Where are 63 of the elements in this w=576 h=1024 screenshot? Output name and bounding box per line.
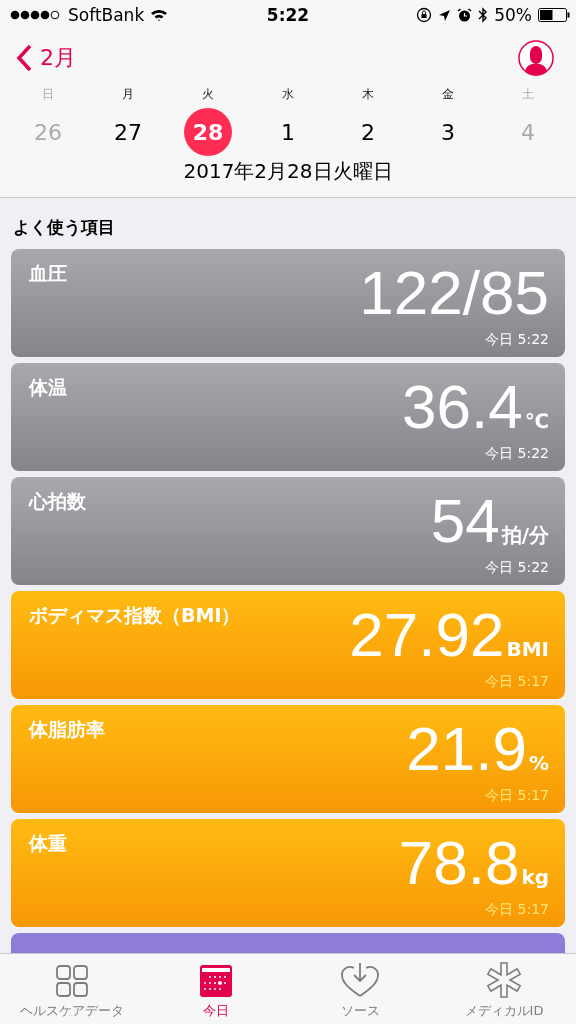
alarm-clock-icon <box>457 7 473 23</box>
metric-label: 体脂肪率 <box>29 717 105 742</box>
metric-time: 今日 5:17 <box>485 901 549 919</box>
metric-unit: ℃ <box>524 409 549 433</box>
weekday-label: 日 <box>42 86 54 103</box>
tab-item[interactable]: メディカルID <box>432 954 576 1024</box>
metric-value: 122/85 <box>359 261 549 325</box>
weekday-label: 金 <box>442 86 454 103</box>
metric-time: 今日 5:17 <box>485 787 549 805</box>
tab-item[interactable]: 今日 <box>144 954 288 1024</box>
metric-unit: % <box>528 751 549 775</box>
chevron-left-icon <box>16 44 32 72</box>
metric-unit: BMI <box>506 637 549 661</box>
health-card[interactable]: 血圧 122/85 今日 5:22 <box>11 249 565 357</box>
weekday-label: 木 <box>362 86 374 103</box>
battery-icon <box>538 8 570 22</box>
metric-label: 血圧 <box>29 261 67 286</box>
metric-label: 体重 <box>29 831 67 856</box>
clock-time: 5:22 <box>266 5 310 25</box>
metric-value: 54 <box>430 489 500 553</box>
asterisk-icon <box>486 962 522 998</box>
metric-time: 今日 5:17 <box>485 673 549 691</box>
calendar-day[interactable]: 3 <box>424 108 472 156</box>
weekday-label: 土 <box>522 86 534 103</box>
metric-value: 27.92 <box>349 603 505 667</box>
metric-time: 今日 5:22 <box>485 559 549 577</box>
metric-unit: kg <box>521 865 549 889</box>
metric-label: 心拍数 <box>29 489 86 514</box>
section-title: よく使う項目 <box>12 216 116 239</box>
tab-item[interactable]: ヘルスケアデータ <box>0 954 144 1024</box>
weekday-label: 水 <box>282 86 294 103</box>
grid-icon <box>55 964 89 998</box>
bluetooth-icon <box>478 7 489 23</box>
metric-unit: 拍/分 <box>501 522 549 549</box>
calendar-day[interactable]: 27 <box>104 108 152 156</box>
profile-avatar-icon[interactable] <box>518 40 554 76</box>
metric-value: 21.9 <box>406 717 527 781</box>
calendar-icon <box>199 964 233 998</box>
calendar-day[interactable]: 26 <box>24 108 72 156</box>
heart-download-icon <box>340 962 380 998</box>
battery-percent: 50% <box>494 5 532 25</box>
weekday-label: 火 <box>202 86 214 103</box>
wifi-icon <box>150 8 169 22</box>
calendar-day[interactable]: 1 <box>264 108 312 156</box>
selected-date: 2017年2月28日火曜日 <box>182 158 394 185</box>
back-button[interactable]: 2月 <box>16 43 76 73</box>
tab-item[interactable]: ソース <box>288 954 432 1024</box>
calendar-day[interactable]: 4 <box>504 108 552 156</box>
signal-icon <box>10 10 62 20</box>
rotation-lock-icon <box>416 7 433 23</box>
metric-time: 今日 5:22 <box>485 445 549 463</box>
weekday-label: 月 <box>122 86 134 103</box>
location-arrow-icon <box>438 8 452 22</box>
calendar-day[interactable]: 2 <box>344 108 392 156</box>
metric-value: 36.4 <box>402 375 523 439</box>
health-card[interactable]: 体温 36.4℃ 今日 5:22 <box>11 363 565 471</box>
metric-label: ボディマス指数（BMI） <box>29 603 241 628</box>
calendar-day[interactable]: 28 <box>184 108 232 156</box>
metric-value: 78.8 <box>398 831 520 895</box>
health-card[interactable]: 心拍数 54拍/分 今日 5:22 <box>11 477 565 585</box>
carrier-name: SoftBank <box>68 5 145 25</box>
metric-label: 体温 <box>29 375 67 400</box>
metric-time: 今日 5:22 <box>485 331 549 349</box>
